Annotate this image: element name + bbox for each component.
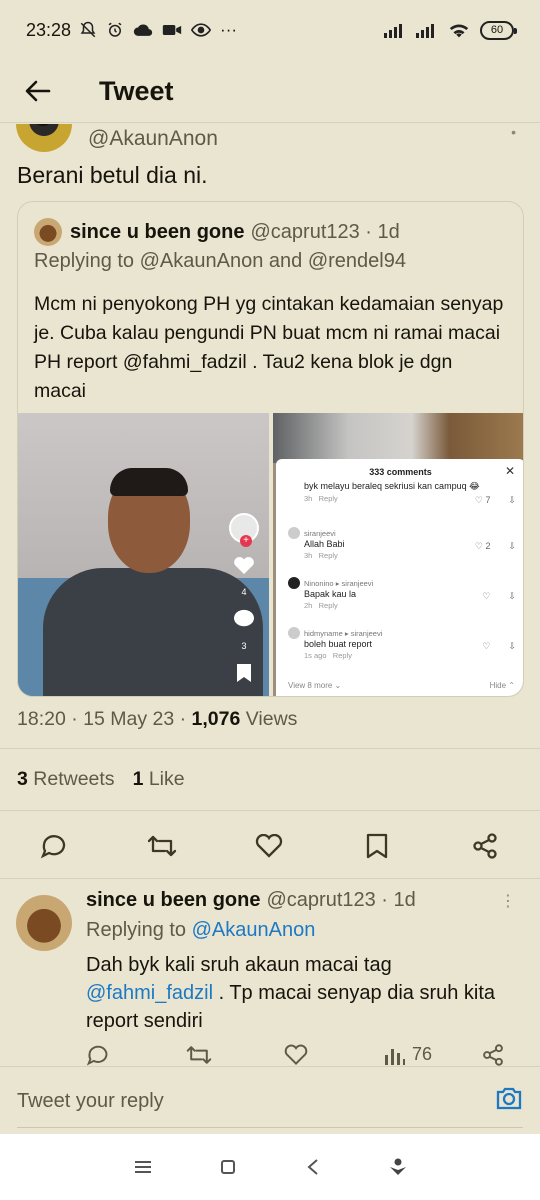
share-button[interactable]: [482, 1044, 504, 1066]
menu-icon: [134, 1161, 151, 1173]
wifi-icon: [449, 24, 469, 38]
list-item: byk melayu beraleq sekriusi kan campuq 😂…: [304, 481, 516, 505]
comment-count: 3: [241, 641, 247, 651]
tweet-timestamp: 18:20 · 15 May 23 · 1,076 Views: [17, 708, 298, 730]
list-item: siranjeevi Allah Babi 3h Reply ♡ 2 ⇩: [288, 527, 516, 560]
retweet-icon: [147, 835, 177, 857]
reply-input[interactable]: Tweet your reply: [17, 1090, 164, 1113]
bookmark-icon: [237, 664, 251, 682]
signal-icon: [384, 24, 402, 38]
camera-button[interactable]: [495, 1085, 523, 1116]
status-bar: 23:28 ··· 60: [0, 0, 540, 60]
avatar: [34, 218, 62, 246]
home-button[interactable]: [208, 1147, 248, 1187]
like-count: 4: [241, 587, 247, 597]
list-item: Ninonino ▸ siranjeevi Bapak kau la 2h Re…: [288, 577, 516, 610]
media-grid: + 4 3 0 333 comments ✕: [18, 413, 523, 696]
cloud-icon: [133, 24, 153, 36]
bookmark-button[interactable]: [355, 824, 399, 868]
eye-icon: [191, 23, 212, 37]
views-button[interactable]: 76: [384, 1044, 432, 1065]
tweet-detail: @AkaunAnon • Berani betul dia ni. since …: [0, 124, 540, 1066]
back-nav-button[interactable]: [293, 1147, 333, 1187]
hide-link: Hide ⌃: [489, 681, 515, 690]
video-side-actions: + 4 3 0: [229, 513, 259, 696]
mention-link[interactable]: @AkaunAnon: [192, 919, 316, 941]
likes-stat[interactable]: 1 Like: [133, 768, 185, 791]
reply-tweet[interactable]: since u been gone @caprut123 · 1d ⋮ Repl…: [0, 879, 540, 1066]
reply-composer: Tweet your reply: [0, 1066, 540, 1134]
camera-icon: [162, 25, 182, 35]
comment-icon: [40, 835, 66, 859]
reply-author-name: since u been gone: [86, 889, 261, 911]
avatar[interactable]: [16, 895, 72, 951]
bookmark-icon: [366, 833, 388, 859]
tweet-text: Berani betul dia ni.: [17, 162, 208, 188]
comment-icon: [234, 609, 254, 627]
reply-button[interactable]: [86, 1044, 110, 1066]
system-nav-bar: [0, 1134, 540, 1200]
like-button[interactable]: [247, 824, 291, 868]
close-icon: ✕: [504, 464, 515, 478]
back-arrow-icon: [25, 80, 51, 102]
retweet-button[interactable]: [186, 1044, 212, 1066]
replying-to: Replying to @AkaunAnon: [86, 919, 316, 941]
heart-icon: [255, 834, 283, 858]
quoted-author-name: since u been gone: [70, 220, 245, 243]
share-icon: [473, 833, 497, 859]
more-options-icon[interactable]: •: [511, 124, 516, 140]
bookmark-count: 0: [241, 695, 246, 696]
more-icon: ···: [220, 20, 238, 39]
camera-icon: [496, 1087, 522, 1110]
profile-icon: +: [229, 513, 259, 547]
engagement-stats: 3 Retweets 1 Like: [17, 768, 185, 791]
alarm-icon: [108, 22, 122, 37]
more-options-icon[interactable]: ⋮: [500, 891, 516, 911]
tweet-actions: [0, 824, 540, 868]
share-button[interactable]: [463, 824, 507, 868]
share-icon: [483, 1044, 503, 1066]
reply-author-handle: @caprut123 · 1d: [266, 889, 416, 911]
list-item: hidmyname ▸ siranjeevi boleh buat report…: [288, 627, 516, 660]
reply-actions: 76: [86, 1044, 526, 1066]
page-title: Tweet: [99, 75, 174, 106]
assistant-icon: [389, 1158, 406, 1175]
clock: 23:28: [26, 19, 72, 40]
assistant-button[interactable]: [378, 1147, 418, 1187]
comments-title: 333 comments: [369, 467, 432, 477]
avatar[interactable]: [16, 124, 72, 152]
author-handle[interactable]: @AkaunAnon: [88, 127, 218, 151]
media-image-selfie[interactable]: + 4 3 0: [18, 413, 269, 696]
heart-icon: [284, 1044, 308, 1065]
comment-icon: [86, 1045, 108, 1066]
heart-icon: [234, 556, 254, 575]
reply-button[interactable]: [32, 824, 76, 868]
like-button[interactable]: [284, 1044, 308, 1066]
retweet-icon: [186, 1046, 212, 1064]
reply-text: Dah byk kali sruh akaun macai tag @fahmi…: [86, 954, 496, 1032]
view-more-link: View 8 more ⌄: [288, 681, 342, 690]
replying-to: Replying to @AkaunAnon and @rendel94: [34, 250, 406, 272]
app-bar: Tweet: [0, 60, 540, 123]
media-image-comments[interactable]: 333 comments ✕ byk melayu beraleq sekriu…: [273, 413, 523, 696]
signal-icon: [416, 24, 434, 38]
mention-link[interactable]: @fahmi_fadzil: [86, 982, 213, 1004]
recents-button[interactable]: [123, 1147, 163, 1187]
quoted-tweet[interactable]: since u been gone @caprut123 · 1d Replyi…: [17, 201, 524, 697]
views-count: 76: [412, 1044, 433, 1064]
home-square-icon: [220, 1160, 235, 1174]
retweet-button[interactable]: [140, 824, 184, 868]
quoted-tweet-text: Mcm ni penyokong PH yg cintakan kedamaia…: [34, 293, 504, 402]
back-chevron-icon: [306, 1159, 318, 1175]
back-button[interactable]: [0, 60, 76, 123]
quoted-author-handle: @caprut123 · 1d: [250, 220, 400, 243]
retweets-stat[interactable]: 3 Retweets: [17, 768, 115, 791]
analytics-icon: [385, 1048, 405, 1065]
mute-icon: [80, 21, 96, 38]
battery-indicator: 60: [480, 20, 517, 40]
views-count: 1,076: [191, 708, 241, 730]
comments-panel: 333 comments ✕ byk melayu beraleq sekriu…: [276, 459, 523, 696]
